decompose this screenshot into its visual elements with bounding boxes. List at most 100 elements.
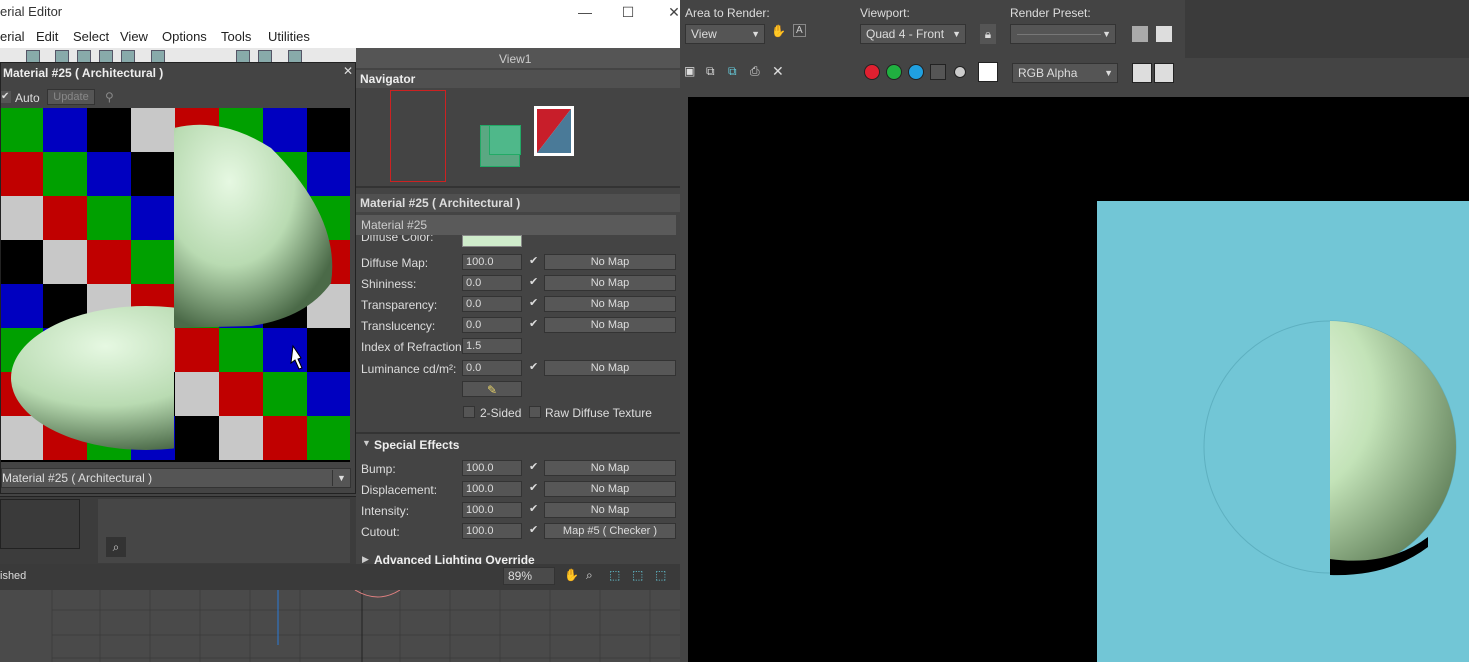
clear-icon[interactable]: ✕ bbox=[772, 63, 784, 80]
environment-icon[interactable] bbox=[1156, 26, 1172, 42]
zoom-dropdown[interactable]: 89% bbox=[503, 567, 555, 585]
map-button[interactable]: No Map bbox=[544, 317, 676, 333]
red-channel-toggle[interactable] bbox=[864, 64, 880, 80]
map-button[interactable]: No Map bbox=[544, 502, 676, 518]
check-icon[interactable]: ✔ bbox=[529, 525, 539, 536]
check-icon[interactable]: ✔ bbox=[529, 319, 539, 330]
param-spinner[interactable]: 0.0 bbox=[462, 317, 522, 333]
display-toggle-icon[interactable] bbox=[1132, 63, 1152, 83]
raw-diffuse-checkbox[interactable] bbox=[529, 406, 541, 418]
check-icon[interactable]: ✔ bbox=[529, 504, 539, 515]
channel-value: RGB Alpha bbox=[1018, 66, 1078, 80]
material-name-field[interactable]: Material #25 bbox=[356, 215, 676, 235]
lock-icon[interactable]: ⚲ bbox=[105, 90, 114, 104]
map-button[interactable]: No Map bbox=[544, 296, 676, 312]
render-preset-dropdown[interactable]: ▼ bbox=[1010, 24, 1116, 44]
param-spinner[interactable]: 1.5 bbox=[462, 338, 522, 354]
param-label: Shininess: bbox=[361, 277, 417, 291]
frame-buffer-toggle-icon[interactable] bbox=[1154, 63, 1174, 83]
alpha-channel-toggle[interactable] bbox=[930, 64, 946, 80]
menu-select[interactable]: Select bbox=[73, 29, 109, 44]
checker-tile bbox=[87, 240, 131, 284]
eyedropper-button[interactable]: ✎ bbox=[462, 381, 522, 397]
check-icon[interactable]: ✔ bbox=[529, 256, 539, 267]
param-row-ior: Index of Refraction: 1.5 bbox=[356, 337, 680, 357]
menu-tools[interactable]: Tools bbox=[221, 29, 251, 44]
zoom-icon[interactable]: ⌕ bbox=[586, 568, 593, 583]
pan-icon[interactable]: ✋ bbox=[564, 568, 579, 582]
checker-tile bbox=[1, 416, 43, 460]
param-spinner[interactable]: 100.0 bbox=[462, 481, 522, 497]
map-button[interactable]: No Map bbox=[544, 275, 676, 291]
lock-icon[interactable]: 🔒︎ bbox=[980, 24, 996, 44]
param-spinner[interactable]: 100.0 bbox=[462, 254, 522, 270]
menu-edit[interactable]: Edit bbox=[36, 29, 58, 44]
binoculars-icon[interactable]: ⌕ bbox=[106, 537, 126, 557]
collapse-arrow-icon[interactable]: ▼ bbox=[362, 438, 371, 448]
maximize-button[interactable]: ☐ bbox=[616, 2, 640, 22]
print-icon[interactable]: ⎙ bbox=[750, 64, 760, 79]
param-spinner[interactable]: 0.0 bbox=[462, 360, 522, 376]
copy-icon[interactable]: ⧉ bbox=[706, 64, 715, 79]
menu-view[interactable]: View bbox=[120, 29, 148, 44]
tab-view1[interactable]: View1 bbox=[499, 52, 531, 66]
material-preview[interactable] bbox=[1, 108, 350, 462]
two-sided-checkbox[interactable] bbox=[463, 406, 475, 418]
close-icon[interactable]: ✕ bbox=[343, 64, 353, 78]
advanced-lighting-rollout[interactable]: ▶ Advanced Lighting Override bbox=[356, 548, 680, 564]
map-button[interactable]: No Map bbox=[544, 481, 676, 497]
navigator-title: Navigator bbox=[360, 72, 416, 86]
param-spinner[interactable]: 100.0 bbox=[462, 502, 522, 518]
edit-region-icon[interactable]: ✋ bbox=[771, 24, 786, 38]
material-node-icon bbox=[534, 106, 574, 156]
diffuse-color-swatch[interactable] bbox=[462, 235, 522, 247]
param-spinner[interactable]: 100.0 bbox=[462, 460, 522, 476]
blue-channel-toggle[interactable] bbox=[908, 64, 924, 80]
zoom-selected-icon[interactable]: ⬚ bbox=[655, 568, 666, 582]
update-button[interactable]: Update bbox=[47, 89, 95, 105]
navigator-view-rect[interactable] bbox=[390, 90, 446, 182]
clone-icon[interactable]: ⧉ bbox=[728, 64, 737, 79]
minimize-button[interactable]: — bbox=[573, 2, 597, 22]
mono-toggle[interactable] bbox=[954, 66, 966, 78]
navigator-area[interactable] bbox=[356, 88, 680, 188]
param-row-displacement: Displacement: 100.0 ✔ No Map bbox=[356, 480, 680, 500]
param-spinner[interactable]: 0.0 bbox=[462, 296, 522, 312]
checker-tile bbox=[87, 152, 131, 196]
map-button[interactable]: Map #5 ( Checker ) bbox=[544, 523, 676, 539]
map-button[interactable]: No Map bbox=[544, 360, 676, 376]
menu-utilities[interactable]: Utilities bbox=[268, 29, 310, 44]
green-channel-toggle[interactable] bbox=[886, 64, 902, 80]
map-button[interactable]: No Map bbox=[544, 254, 676, 270]
check-icon[interactable]: ✔ bbox=[529, 362, 539, 373]
viewport-dropdown[interactable]: Quad 4 - Front ▼ bbox=[860, 24, 966, 44]
save-icon[interactable]: ▣ bbox=[684, 64, 695, 78]
menu-options[interactable]: Options bbox=[162, 29, 207, 44]
render-preset-label: Render Preset: bbox=[1010, 6, 1091, 20]
check-icon[interactable]: ✔ bbox=[529, 277, 539, 288]
param-spinner[interactable]: 0.0 bbox=[462, 275, 522, 291]
node-grid-view[interactable] bbox=[98, 499, 350, 563]
material-dropdown[interactable]: Material #25 ( Architectural ) ▼ bbox=[1, 468, 351, 488]
check-icon[interactable]: ✔ bbox=[529, 483, 539, 494]
render-setup-icon[interactable] bbox=[1132, 26, 1148, 42]
checker-tile bbox=[219, 416, 263, 460]
auto-checkbox[interactable]: ✔ bbox=[1, 91, 11, 103]
special-effects-title[interactable]: Special Effects bbox=[374, 438, 459, 452]
param-spinner[interactable]: 100.0 bbox=[462, 523, 522, 539]
menu-material[interactable]: erial bbox=[0, 29, 25, 44]
zoom-region-icon[interactable]: ⬚ bbox=[609, 568, 620, 582]
zoom-extents-icon[interactable]: ⬚ bbox=[632, 568, 643, 582]
sample-slot-panel: Material #25 ( Architectural ) ✕ ✔ Auto … bbox=[0, 62, 356, 494]
area-to-render-dropdown[interactable]: View ▼ bbox=[685, 24, 765, 44]
map-button[interactable]: No Map bbox=[544, 460, 676, 476]
chevron-down-icon[interactable]: ▼ bbox=[332, 470, 350, 486]
checker-tile bbox=[307, 328, 350, 372]
auto-region-icon[interactable]: A bbox=[793, 24, 806, 37]
check-icon[interactable]: ✔ bbox=[529, 462, 539, 473]
render-canvas[interactable] bbox=[688, 97, 1469, 662]
check-icon[interactable]: ✔ bbox=[529, 298, 539, 309]
checker-tile bbox=[219, 328, 263, 372]
channel-dropdown[interactable]: RGB Alpha ▼ bbox=[1012, 63, 1118, 83]
color-swatch[interactable] bbox=[978, 62, 998, 82]
